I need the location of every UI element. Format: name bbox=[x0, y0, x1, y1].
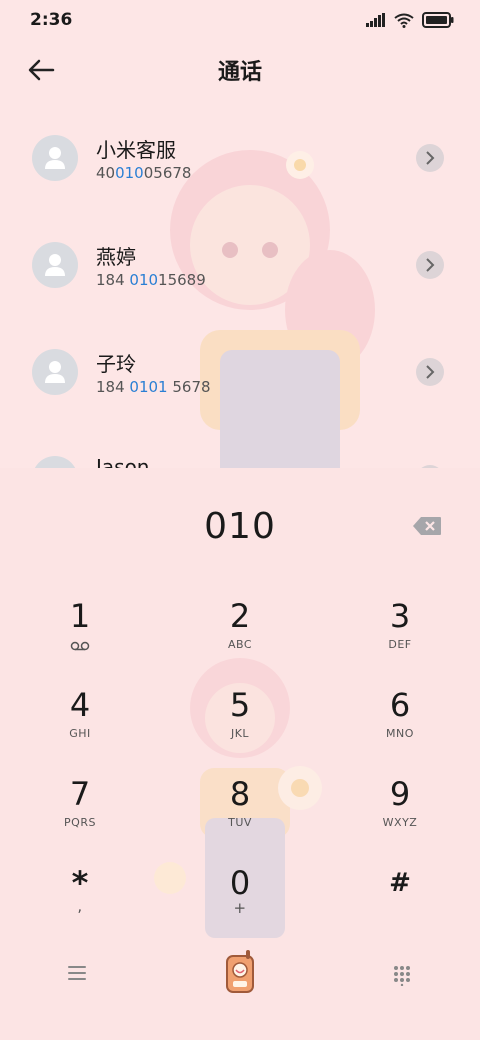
dialed-number[interactable]: 010 bbox=[0, 506, 480, 547]
person-icon bbox=[45, 254, 65, 276]
key-letters: ABC bbox=[227, 638, 253, 651]
key-letters: PQRS bbox=[64, 816, 96, 829]
key-letters: GHI bbox=[69, 727, 91, 740]
key-digit: 9 bbox=[389, 775, 411, 813]
key-5[interactable]: 5 JKL bbox=[180, 685, 300, 765]
key-digit: 8 bbox=[229, 775, 251, 813]
key-2[interactable]: 2 ABC bbox=[180, 596, 300, 676]
key-star[interactable]: * , bbox=[20, 863, 140, 943]
status-bar: 2:36 bbox=[0, 0, 480, 40]
menu-button[interactable] bbox=[66, 964, 88, 986]
key-letters: DEF bbox=[388, 638, 412, 651]
key-digit: 6 bbox=[389, 686, 411, 724]
backspace-button[interactable] bbox=[412, 516, 442, 536]
contact-name: 燕婷 bbox=[96, 245, 136, 269]
dialer-bottom-bar bbox=[0, 950, 480, 1010]
signal-icon bbox=[366, 13, 385, 27]
dialpad-toggle-button[interactable] bbox=[392, 964, 412, 990]
key-0[interactable]: 0 + bbox=[180, 863, 300, 943]
contact-number: 4001005678 bbox=[96, 164, 192, 182]
key-digit: # bbox=[389, 868, 411, 898]
contact-number: 184 01015689 bbox=[96, 271, 206, 289]
battery-icon bbox=[422, 12, 454, 28]
contact-detail-button[interactable] bbox=[416, 144, 444, 172]
key-letters: WXYZ bbox=[382, 816, 418, 829]
call-button[interactable] bbox=[222, 950, 258, 998]
contact-item[interactable]: 子玲 184 0101 5678 bbox=[0, 314, 480, 414]
chevron-right-icon bbox=[426, 258, 435, 272]
key-8[interactable]: 8 TUV bbox=[180, 774, 300, 854]
key-digit: 1 bbox=[69, 597, 91, 635]
chevron-right-icon bbox=[426, 365, 435, 379]
contact-detail-button[interactable] bbox=[416, 358, 444, 386]
voicemail-icon bbox=[70, 641, 90, 651]
key-7[interactable]: 7 PQRS bbox=[20, 774, 140, 854]
avatar bbox=[32, 349, 78, 395]
key-digit: 0 bbox=[229, 864, 251, 902]
contact-name: 小米客服 bbox=[96, 138, 176, 162]
status-time: 2:36 bbox=[30, 10, 73, 30]
key-hash[interactable]: # bbox=[340, 863, 460, 943]
contact-name: Jason bbox=[96, 455, 150, 468]
dialpad-icon bbox=[394, 966, 410, 987]
contact-list: 小米客服 4001005678 燕婷 184 01015689 子玲 184 0… bbox=[0, 100, 480, 468]
key-letters: JKL bbox=[230, 727, 250, 740]
contact-item[interactable]: 燕婷 184 01015689 bbox=[0, 207, 480, 307]
key-digit: 4 bbox=[69, 686, 91, 724]
contact-number: 184 0101 5678 bbox=[96, 378, 211, 396]
contact-detail-button[interactable] bbox=[416, 251, 444, 279]
chevron-right-icon bbox=[426, 151, 435, 165]
key-3[interactable]: 3 DEF bbox=[340, 596, 460, 676]
key-letters: , bbox=[77, 897, 83, 915]
key-4[interactable]: 4 GHI bbox=[20, 685, 140, 765]
key-digit: 2 bbox=[229, 597, 251, 635]
page-title: 通话 bbox=[217, 60, 262, 85]
person-icon bbox=[45, 361, 65, 383]
person-icon bbox=[45, 147, 65, 169]
header: 通话 bbox=[0, 48, 480, 92]
avatar bbox=[32, 242, 78, 288]
key-1[interactable]: 1 bbox=[20, 596, 140, 676]
contact-item[interactable]: 小米客服 4001005678 bbox=[0, 100, 480, 200]
backspace-icon bbox=[413, 517, 441, 535]
key-digit: 5 bbox=[229, 686, 251, 724]
wifi-icon bbox=[394, 13, 414, 28]
key-digit: 3 bbox=[389, 597, 411, 635]
contact-item[interactable]: Jason bbox=[0, 421, 480, 468]
contact-name: 子玲 bbox=[96, 352, 136, 376]
call-icon bbox=[226, 950, 254, 993]
key-letters: MNO bbox=[386, 727, 414, 740]
dialpad: 010 1 2 ABC 3 DEF 4 GHI 5 JKL 6 MNO 7 PQ… bbox=[0, 468, 480, 1040]
avatar bbox=[32, 135, 78, 181]
key-9[interactable]: 9 WXYZ bbox=[340, 774, 460, 854]
key-letters: + bbox=[233, 899, 247, 917]
menu-icon bbox=[68, 966, 86, 980]
key-letters: TUV bbox=[228, 816, 252, 829]
avatar bbox=[32, 456, 78, 468]
key-digit: 7 bbox=[69, 775, 91, 813]
status-icons bbox=[366, 12, 454, 28]
key-6[interactable]: 6 MNO bbox=[340, 685, 460, 765]
